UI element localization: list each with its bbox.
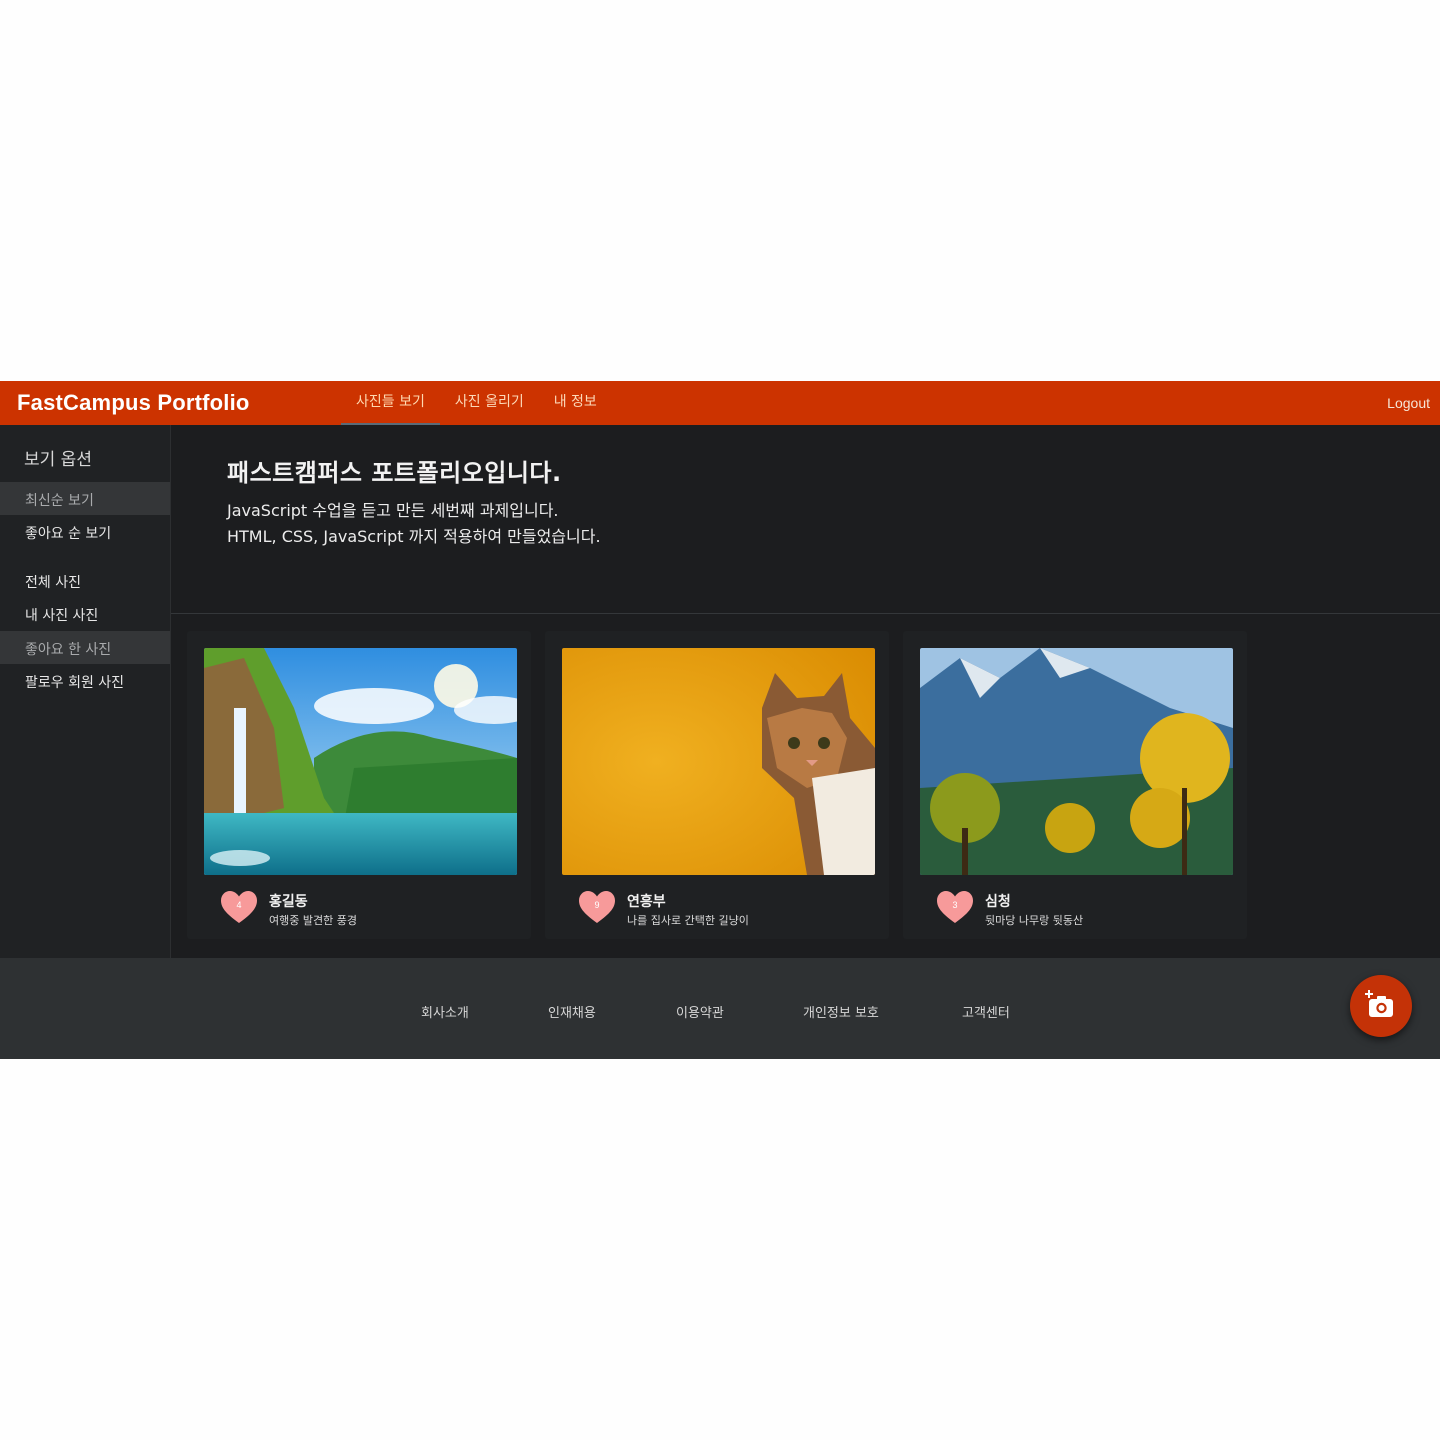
card-description: 뒷마당 나무랑 뒷동산 (985, 914, 1084, 927)
sidebar-item-all-photos[interactable]: 전체 사진 (0, 564, 170, 597)
brand-logo[interactable]: FastCampus Portfolio (17, 390, 250, 416)
sidebar: 보기 옵션 최신순 보기 좋아요 순 보기 전체 사진 내 사진 사진 좋아요 … (0, 425, 171, 958)
main-content: 패스트캠퍼스 포트폴리오입니다. JavaScript 수업을 듣고 만든 세번… (171, 425, 1440, 958)
card-username[interactable]: 심청 (985, 891, 1011, 911)
card-username[interactable]: 홍길동 (269, 891, 308, 911)
footer-link-company[interactable]: 회사소개 (421, 1002, 469, 1021)
sidebar-item-liked-photos[interactable]: 좋아요 한 사진 (0, 631, 170, 664)
like-count: 4 (236, 900, 242, 910)
add-photo-icon (1365, 990, 1393, 1017)
like-heart-icon[interactable]: 4 (221, 891, 257, 925)
logout-link[interactable]: Logout (1387, 395, 1430, 411)
footer-link-terms[interactable]: 이용약관 (676, 1002, 724, 1021)
intro-line: HTML, CSS, JavaScript 까지 적용하여 만들었습니다. (227, 527, 601, 546)
main-nav: 사진들 보기 사진 올리기 내 정보 (341, 381, 612, 425)
add-photo-button[interactable] (1350, 975, 1412, 1037)
sidebar-title: 보기 옵션 (24, 450, 92, 470)
app-window: FastCampus Portfolio 사진들 보기 사진 올리기 내 정보 … (0, 381, 1440, 1059)
intro-line: JavaScript 수업을 듣고 만든 세번째 과제입니다. (227, 501, 559, 520)
waterfall-landscape-image[interactable] (204, 648, 517, 875)
intro-section: 패스트캠퍼스 포트폴리오입니다. JavaScript 수업을 듣고 만든 세번… (227, 453, 601, 550)
nav-upload-photo[interactable]: 사진 올리기 (440, 381, 539, 425)
cat-on-orange-image[interactable] (562, 648, 875, 875)
sidebar-item-following-photos[interactable]: 팔로우 회원 사진 (0, 664, 170, 697)
card-description: 여행중 발견한 풍경 (269, 914, 357, 927)
mountain-yellow-trees-image[interactable] (920, 648, 1233, 875)
divider (171, 613, 1440, 614)
nav-view-photos[interactable]: 사진들 보기 (341, 381, 440, 425)
top-header: FastCampus Portfolio 사진들 보기 사진 올리기 내 정보 … (0, 381, 1440, 425)
nav-my-info[interactable]: 내 정보 (539, 381, 612, 425)
photo-card: 3 심청 뒷마당 나무랑 뒷동산 (903, 631, 1247, 939)
card-description: 나를 집사로 간택한 길냥이 (627, 914, 749, 927)
sidebar-item-by-likes[interactable]: 좋아요 순 보기 (0, 515, 170, 548)
card-username[interactable]: 연흥부 (627, 891, 666, 911)
photo-card: 9 연흥부 나를 집사로 간택한 길냥이 (545, 631, 889, 939)
footer-link-support[interactable]: 고객센터 (962, 1002, 1010, 1021)
sidebar-item-my-photos[interactable]: 내 사진 사진 (0, 597, 170, 630)
footer-link-privacy[interactable]: 개인정보 보호 (803, 1002, 879, 1021)
footer: 회사소개 인재채용 이용약관 개인정보 보호 고객센터 (0, 958, 1440, 1059)
footer-link-careers[interactable]: 인재채용 (548, 1002, 596, 1021)
like-count: 9 (594, 900, 600, 910)
like-heart-icon[interactable]: 3 (937, 891, 973, 925)
like-heart-icon[interactable]: 9 (579, 891, 615, 925)
like-count: 3 (952, 900, 958, 910)
sidebar-item-latest[interactable]: 최신순 보기 (0, 482, 170, 515)
photo-card: 4 홍길동 여행중 발견한 풍경 (187, 631, 531, 939)
page-title: 패스트캠퍼스 포트폴리오입니다. (227, 459, 562, 487)
